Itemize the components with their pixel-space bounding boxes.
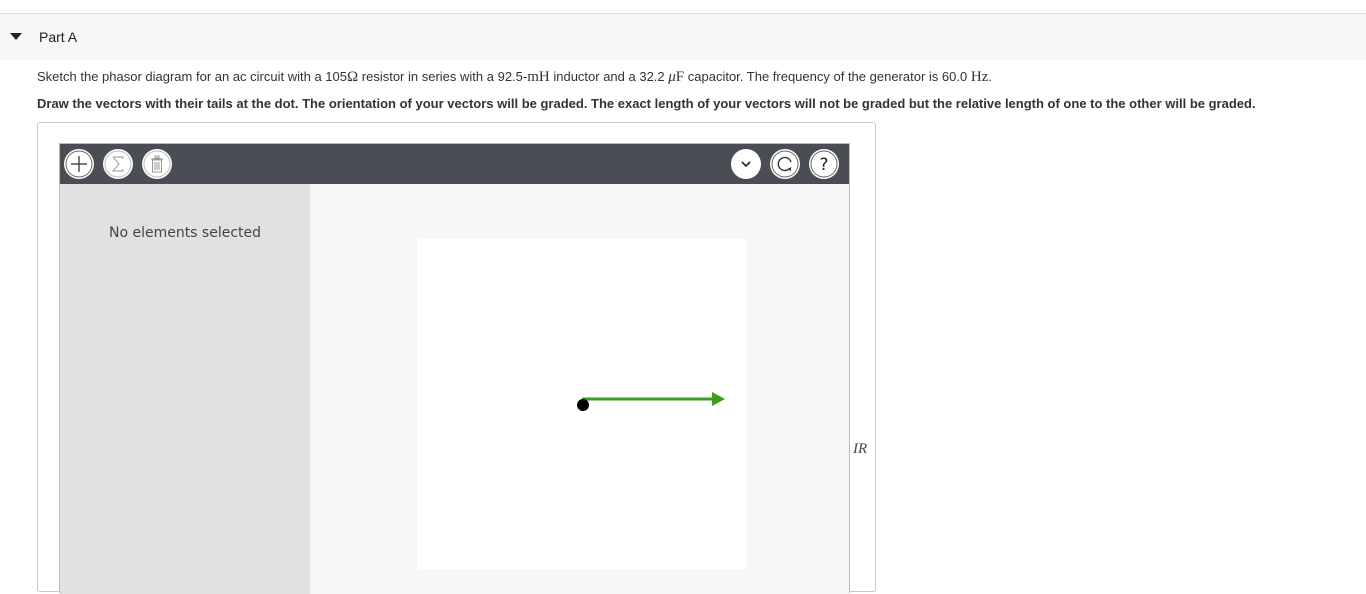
hertz-unit: Hz — [970, 69, 989, 85]
delete-button[interactable] — [142, 149, 172, 179]
vector-drawing-svg — [577, 392, 725, 411]
part-title: Part A — [39, 29, 78, 45]
drawing-canvas[interactable]: IR — [417, 239, 867, 569]
prompt-text: Sketch the phasor diagram for an ac circ… — [37, 69, 347, 84]
prompt-text: capacitor. The frequency of the generato… — [684, 69, 971, 84]
part-header[interactable]: Part A — [0, 14, 1366, 60]
sigma-icon — [104, 150, 132, 178]
canvas-area: IR — [310, 184, 867, 594]
prompt-text: inductor and a 32.2 — [549, 69, 669, 84]
element-properties-panel: No elements selected — [60, 184, 310, 594]
plus-icon — [65, 150, 93, 178]
vector-sum-button[interactable] — [103, 149, 133, 179]
vector-ir-arrowhead[interactable] — [712, 392, 725, 406]
options-dropdown-button[interactable] — [731, 149, 761, 179]
help-button[interactable]: ? — [809, 149, 839, 179]
micro-symbol: μ — [668, 69, 676, 85]
help-icon: ? — [810, 150, 838, 178]
ohm-symbol: Ω — [347, 69, 359, 85]
reset-button[interactable] — [770, 149, 800, 179]
reset-icon — [771, 150, 799, 178]
collapse-triangle-icon[interactable] — [10, 33, 22, 40]
question-prompt: Sketch the phasor diagram for an ac circ… — [37, 69, 992, 86]
chevron-down-icon — [741, 161, 751, 168]
trash-icon — [143, 150, 171, 178]
svg-text:?: ? — [819, 155, 828, 175]
origin-dot — [577, 399, 589, 411]
prompt-text: resistor in series with a 92.5- — [358, 69, 528, 84]
no-selection-message: No elements selected — [108, 225, 262, 241]
drawing-toolbar: ? — [60, 144, 849, 184]
vector-drawing-tool: ? No elements selected IR — [59, 143, 867, 594]
vector-ir-label: IR — [853, 441, 868, 457]
farad-unit: F — [675, 69, 685, 85]
prompt-text: . — [988, 69, 992, 84]
millihenry-unit: mH — [527, 69, 550, 85]
drawing-instruction: Draw the vectors with their tails at the… — [37, 96, 1256, 111]
add-vector-button[interactable] — [64, 149, 94, 179]
